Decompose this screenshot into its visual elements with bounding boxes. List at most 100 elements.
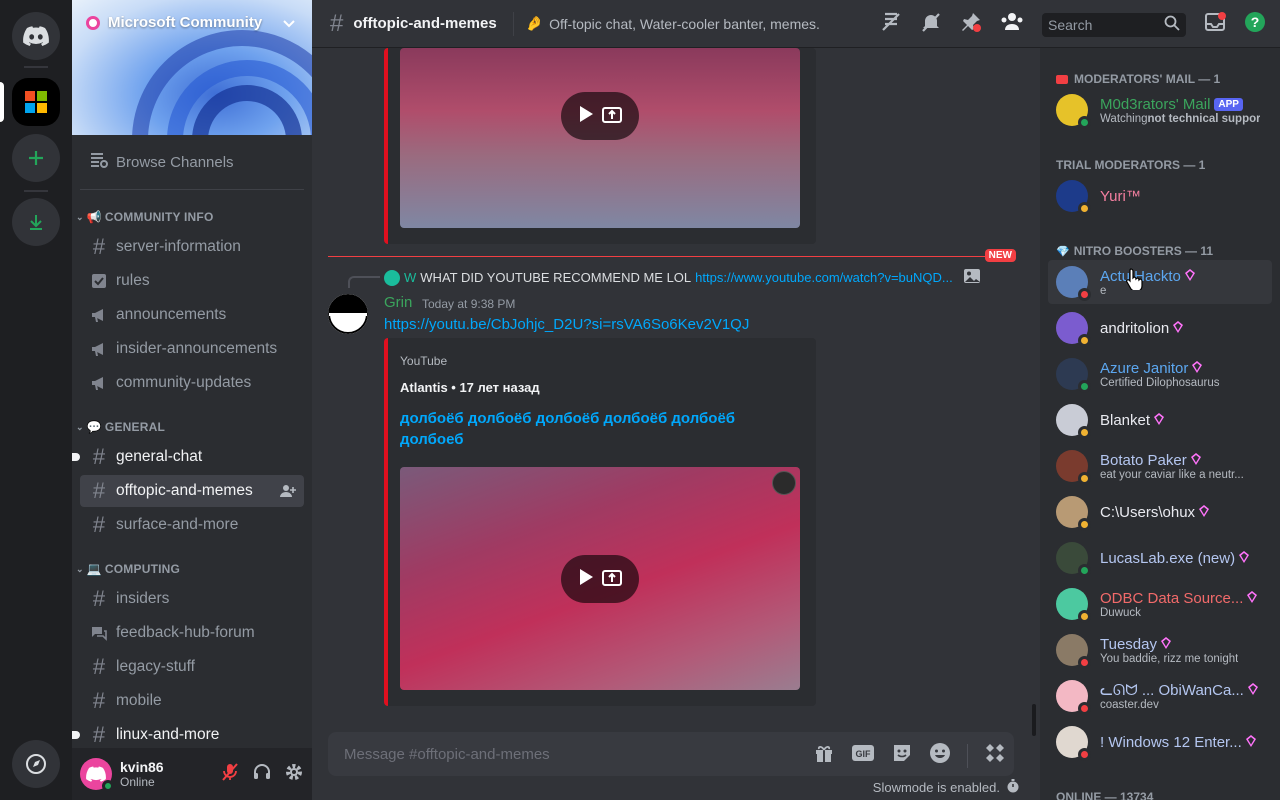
avatar[interactable] xyxy=(1056,634,1091,669)
search-input[interactable]: Search xyxy=(1042,12,1186,37)
forum-icon xyxy=(90,625,108,641)
member-row[interactable]: ODBC Data Source... Duwuck xyxy=(1048,582,1272,626)
message-link[interactable]: https://youtu.be/CbJohjc_D2U?si=rsVA6So6… xyxy=(384,316,749,333)
channel-announcements[interactable]: announcements xyxy=(80,299,304,331)
video-thumbnail[interactable] xyxy=(400,48,800,228)
channel-insiders[interactable]: # insiders xyxy=(80,583,304,615)
member-name: C:\Users\ohux xyxy=(1100,504,1210,521)
gear-icon[interactable] xyxy=(284,762,304,787)
member-row[interactable]: Blanket xyxy=(1048,398,1272,442)
emoji-icon[interactable] xyxy=(929,742,951,769)
member-name-label: LucasLab.exe (new) xyxy=(1100,549,1236,567)
embed-title[interactable]: долбоёб долбоёб долбоёб долбоёб долбоёб … xyxy=(400,410,800,448)
category-computing[interactable]: ⌄ 💻 COMPUTING xyxy=(76,561,180,577)
member-name-label: ! Windows 12 Enter... xyxy=(1100,733,1242,751)
group-label: MODERATORS' MAIL — 1 xyxy=(1074,72,1221,86)
channel-community-updates[interactable]: community-updates xyxy=(80,367,304,399)
chevron-down-icon[interactable] xyxy=(282,16,296,35)
member-row[interactable]: ᓚᘏᗢ ... ObiWanCa... coaster.dev xyxy=(1048,674,1272,718)
add-server-icon[interactable] xyxy=(12,134,60,182)
sticker-icon[interactable] xyxy=(891,742,913,769)
video-thumbnail[interactable] xyxy=(400,467,800,690)
reply-link[interactable]: https://www.youtube.com/watch?v=buNQD... xyxy=(695,270,953,285)
member-row[interactable]: M0d3rators' Mail APP Watching not technica… xyxy=(1048,88,1272,132)
message-author[interactable]: Grin xyxy=(384,294,412,311)
avatar[interactable] xyxy=(1056,358,1091,393)
browse-channels-label: Browse Channels xyxy=(116,153,234,171)
member-row[interactable]: C:\Users\ohux xyxy=(1048,490,1272,534)
chat-area[interactable]: NEW W WHAT DID YOUTUBE RECOMMEND ME LOL … xyxy=(312,48,1030,800)
member-status-text: Certified Dilophosaurus xyxy=(1100,376,1220,389)
mic-muted-icon[interactable] xyxy=(220,762,240,787)
avatar[interactable] xyxy=(1056,588,1091,623)
pinned-messages-icon[interactable] xyxy=(960,11,982,38)
avatar[interactable] xyxy=(1056,726,1091,761)
avatar[interactable] xyxy=(1056,266,1091,301)
category-general[interactable]: ⌄ 💬 GENERAL xyxy=(76,419,165,435)
avatar[interactable] xyxy=(1056,542,1091,577)
member-row[interactable]: andritolion xyxy=(1048,306,1272,350)
avatar[interactable] xyxy=(1056,94,1091,129)
member-row[interactable]: ! Windows 12 Enter... xyxy=(1048,720,1272,764)
member-row[interactable]: Tuesday You baddie, rizz me tonight xyxy=(1048,628,1272,672)
channel-linux-and-more[interactable]: # linux-and-more xyxy=(72,719,304,751)
avatar[interactable] xyxy=(1056,312,1091,347)
threads-icon[interactable] xyxy=(880,11,902,38)
channel-topic[interactable]: 🤌 Off-topic chat, Water-cooler banter, m… xyxy=(526,15,820,32)
channel-offtopic-and-memes[interactable]: # offtopic-and-memes xyxy=(80,475,304,507)
user-info[interactable]: kvin86 Online xyxy=(112,759,164,789)
channel-insider-announcements[interactable]: insider-announcements xyxy=(80,333,304,365)
member-status-text: You baddie, rizz me tonight xyxy=(1100,652,1239,665)
avatar[interactable] xyxy=(1056,404,1091,439)
discover-icon[interactable] xyxy=(12,740,60,788)
server-name[interactable]: Microsoft Community xyxy=(86,14,262,31)
gift-icon[interactable] xyxy=(813,742,835,769)
play-button[interactable] xyxy=(561,92,639,140)
help-icon[interactable]: ? xyxy=(1244,11,1266,38)
channel-rules[interactable]: rules xyxy=(80,265,304,297)
reply-connector xyxy=(348,276,380,288)
member-list-icon[interactable] xyxy=(1000,11,1024,38)
avatar[interactable] xyxy=(1056,496,1091,531)
avatar[interactable] xyxy=(328,294,368,334)
channel-label: linux-and-more xyxy=(116,726,220,743)
microsoft-server-icon[interactable] xyxy=(12,78,60,126)
apps-icon[interactable] xyxy=(984,742,1006,769)
member-row[interactable]: Yuri™ xyxy=(1048,174,1272,218)
channel-surface-and-more[interactable]: # surface-and-more xyxy=(80,509,304,541)
gif-icon[interactable]: GIF xyxy=(851,743,875,768)
download-apps-icon[interactable] xyxy=(12,198,60,246)
channel-mobile[interactable]: # mobile xyxy=(80,685,304,717)
member-row[interactable]: LucasLab.exe (new) xyxy=(1048,536,1272,580)
channel-general-chat[interactable]: # general-chat xyxy=(72,441,304,473)
channel-legacy-stuff[interactable]: # legacy-stuff xyxy=(80,651,304,683)
category-community-info[interactable]: ⌄ 📢 COMMUNITY INFO xyxy=(76,209,213,225)
discord-home-icon[interactable] xyxy=(12,12,60,60)
server-banner[interactable]: Microsoft Community xyxy=(72,0,312,135)
notification-muted-icon[interactable] xyxy=(920,11,942,38)
embed-author[interactable]: Atlantis • 17 лет назад xyxy=(400,380,540,395)
avatar[interactable] xyxy=(80,758,114,792)
create-invite-icon[interactable] xyxy=(280,483,296,504)
avatar[interactable] xyxy=(1056,680,1091,715)
server-rail xyxy=(0,0,72,800)
inbox-icon[interactable] xyxy=(1204,11,1226,38)
chat-scrollbar-thumb[interactable] xyxy=(1032,704,1036,736)
browse-channels-button[interactable]: Browse Channels xyxy=(80,147,304,177)
channel-feedback-hub-forum[interactable]: feedback-hub-forum xyxy=(80,617,304,649)
member-row[interactable]: Actu Hackto e xyxy=(1048,260,1272,304)
member-text: Azure Janitor Certified Dilophosaurus xyxy=(1100,360,1220,389)
reply-preview[interactable]: W WHAT DID YOUTUBE RECOMMEND ME LOL http… xyxy=(384,268,984,287)
member-name-label: Actu Hackto xyxy=(1100,267,1181,285)
message-input[interactable]: Message #offtopic-and-memes GIF xyxy=(328,732,1014,776)
member-name: Tuesday xyxy=(1100,636,1238,653)
group-label: ONLINE — 13734 xyxy=(1056,790,1154,800)
headphones-icon[interactable] xyxy=(252,762,272,787)
channel-server-information[interactable]: # server-information xyxy=(80,231,304,263)
play-button[interactable] xyxy=(561,555,639,603)
member-row[interactable]: Botato Paker eat your caviar like a neutr… xyxy=(1048,444,1272,488)
channel-label: surface-and-more xyxy=(116,516,239,533)
avatar[interactable] xyxy=(1056,450,1091,485)
member-row[interactable]: Azure Janitor Certified Dilophosaurus xyxy=(1048,352,1272,396)
avatar[interactable] xyxy=(1056,180,1091,215)
